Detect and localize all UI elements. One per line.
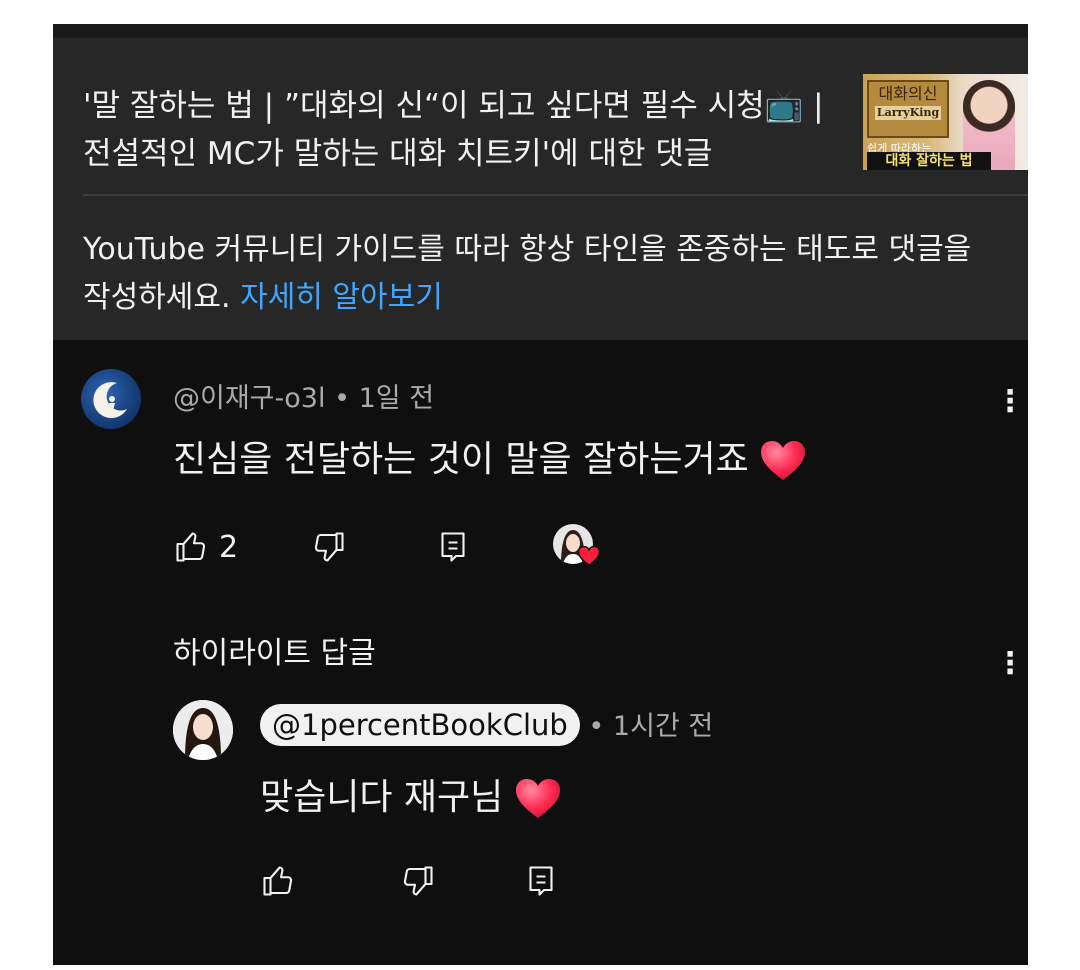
reply-dislike-button[interactable] xyxy=(400,860,436,902)
thumbs-down-icon xyxy=(403,866,433,896)
kebab-icon: ⋮ xyxy=(995,646,1025,681)
comment-more-button[interactable]: ⋮ xyxy=(995,382,1025,422)
thumbnail-book-title: 대화의신 xyxy=(878,84,938,103)
reply-body: 맞습니다 재구님 xyxy=(260,776,561,820)
meta-separator: • xyxy=(334,383,350,414)
header-divider xyxy=(83,194,1028,196)
kebab-icon: ⋮ xyxy=(995,384,1025,419)
guideline-text: YouTube 커뮤니티 가이드를 따라 항상 타인을 존중하는 태도로 댓글을… xyxy=(83,232,972,315)
thumbnail-book: 대화의신 LarryKing xyxy=(867,80,949,138)
commenter-avatar[interactable] xyxy=(81,369,141,429)
reply-like-button[interactable] xyxy=(260,860,296,902)
creator-avatar-icon xyxy=(173,700,233,760)
comment-author[interactable]: @이재구-o3l xyxy=(173,383,325,414)
video-thumbnail[interactable]: 대화의신 LarryKing 쉽게 따라하는 대화 잘하는 법 xyxy=(863,74,1028,170)
like-button[interactable]: 2 xyxy=(173,526,238,568)
reply-icon xyxy=(441,532,465,562)
reply-meta: @1percentBookClub • 1시간 전 xyxy=(260,704,713,746)
thumbnail-banner: 대화 잘하는 법 xyxy=(867,152,991,170)
learn-more-link[interactable]: 자세히 알아보기 xyxy=(240,280,443,315)
dislike-button[interactable] xyxy=(311,526,347,568)
like-count: 2 xyxy=(219,529,239,565)
reply-icon xyxy=(529,866,553,896)
mini-heart-icon xyxy=(578,546,600,566)
heart-emoji-icon xyxy=(515,779,560,818)
video-title[interactable]: '말 잘하는 법 | ”대화의 신“이 되고 싶다면 필수 시청📺 | 전설적인… xyxy=(83,82,843,178)
comment-text: 진심을 전달하는 것이 말을 잘하는거죠 xyxy=(173,439,749,480)
reply-author-pill[interactable]: @1percentBookClub xyxy=(260,704,580,746)
comment-meta: @이재구-o3l • 1일 전 xyxy=(173,382,434,416)
comment-time: 1일 전 xyxy=(358,383,435,414)
reply-author-avatar[interactable] xyxy=(173,700,233,760)
comment-body: 진심을 전달하는 것이 말을 잘하는거죠 xyxy=(173,438,806,482)
reply-text: 맞습니다 재구님 xyxy=(260,777,504,818)
community-guideline-notice: YouTube 커뮤니티 가이드를 따라 항상 타인을 존중하는 태도로 댓글을… xyxy=(83,226,983,322)
thumbs-up-icon xyxy=(263,866,293,896)
meta-separator: • xyxy=(588,711,605,742)
top-strip xyxy=(53,24,1028,38)
reply-reply-button[interactable] xyxy=(523,860,559,902)
app-frame: '말 잘하는 법 | ”대화의 신“이 되고 싶다면 필수 시청📺 | 전설적인… xyxy=(53,24,1028,965)
highlight-reply-label: 하이라이트 답글 xyxy=(173,636,376,671)
video-header-panel: '말 잘하는 법 | ”대화의 신“이 되고 싶다면 필수 시청📺 | 전설적인… xyxy=(53,38,1028,340)
reply-button[interactable] xyxy=(435,526,471,568)
creator-heart-badge xyxy=(553,524,603,572)
thumbnail-book-author: LarryKing xyxy=(875,106,941,120)
reply-more-button[interactable]: ⋮ xyxy=(995,644,1025,684)
thumbs-up-icon xyxy=(176,532,206,562)
reply-time: 1시간 전 xyxy=(612,711,714,742)
thumbs-down-icon xyxy=(314,532,344,562)
heart-emoji-icon xyxy=(761,441,806,480)
moon-avatar-icon xyxy=(93,382,127,419)
